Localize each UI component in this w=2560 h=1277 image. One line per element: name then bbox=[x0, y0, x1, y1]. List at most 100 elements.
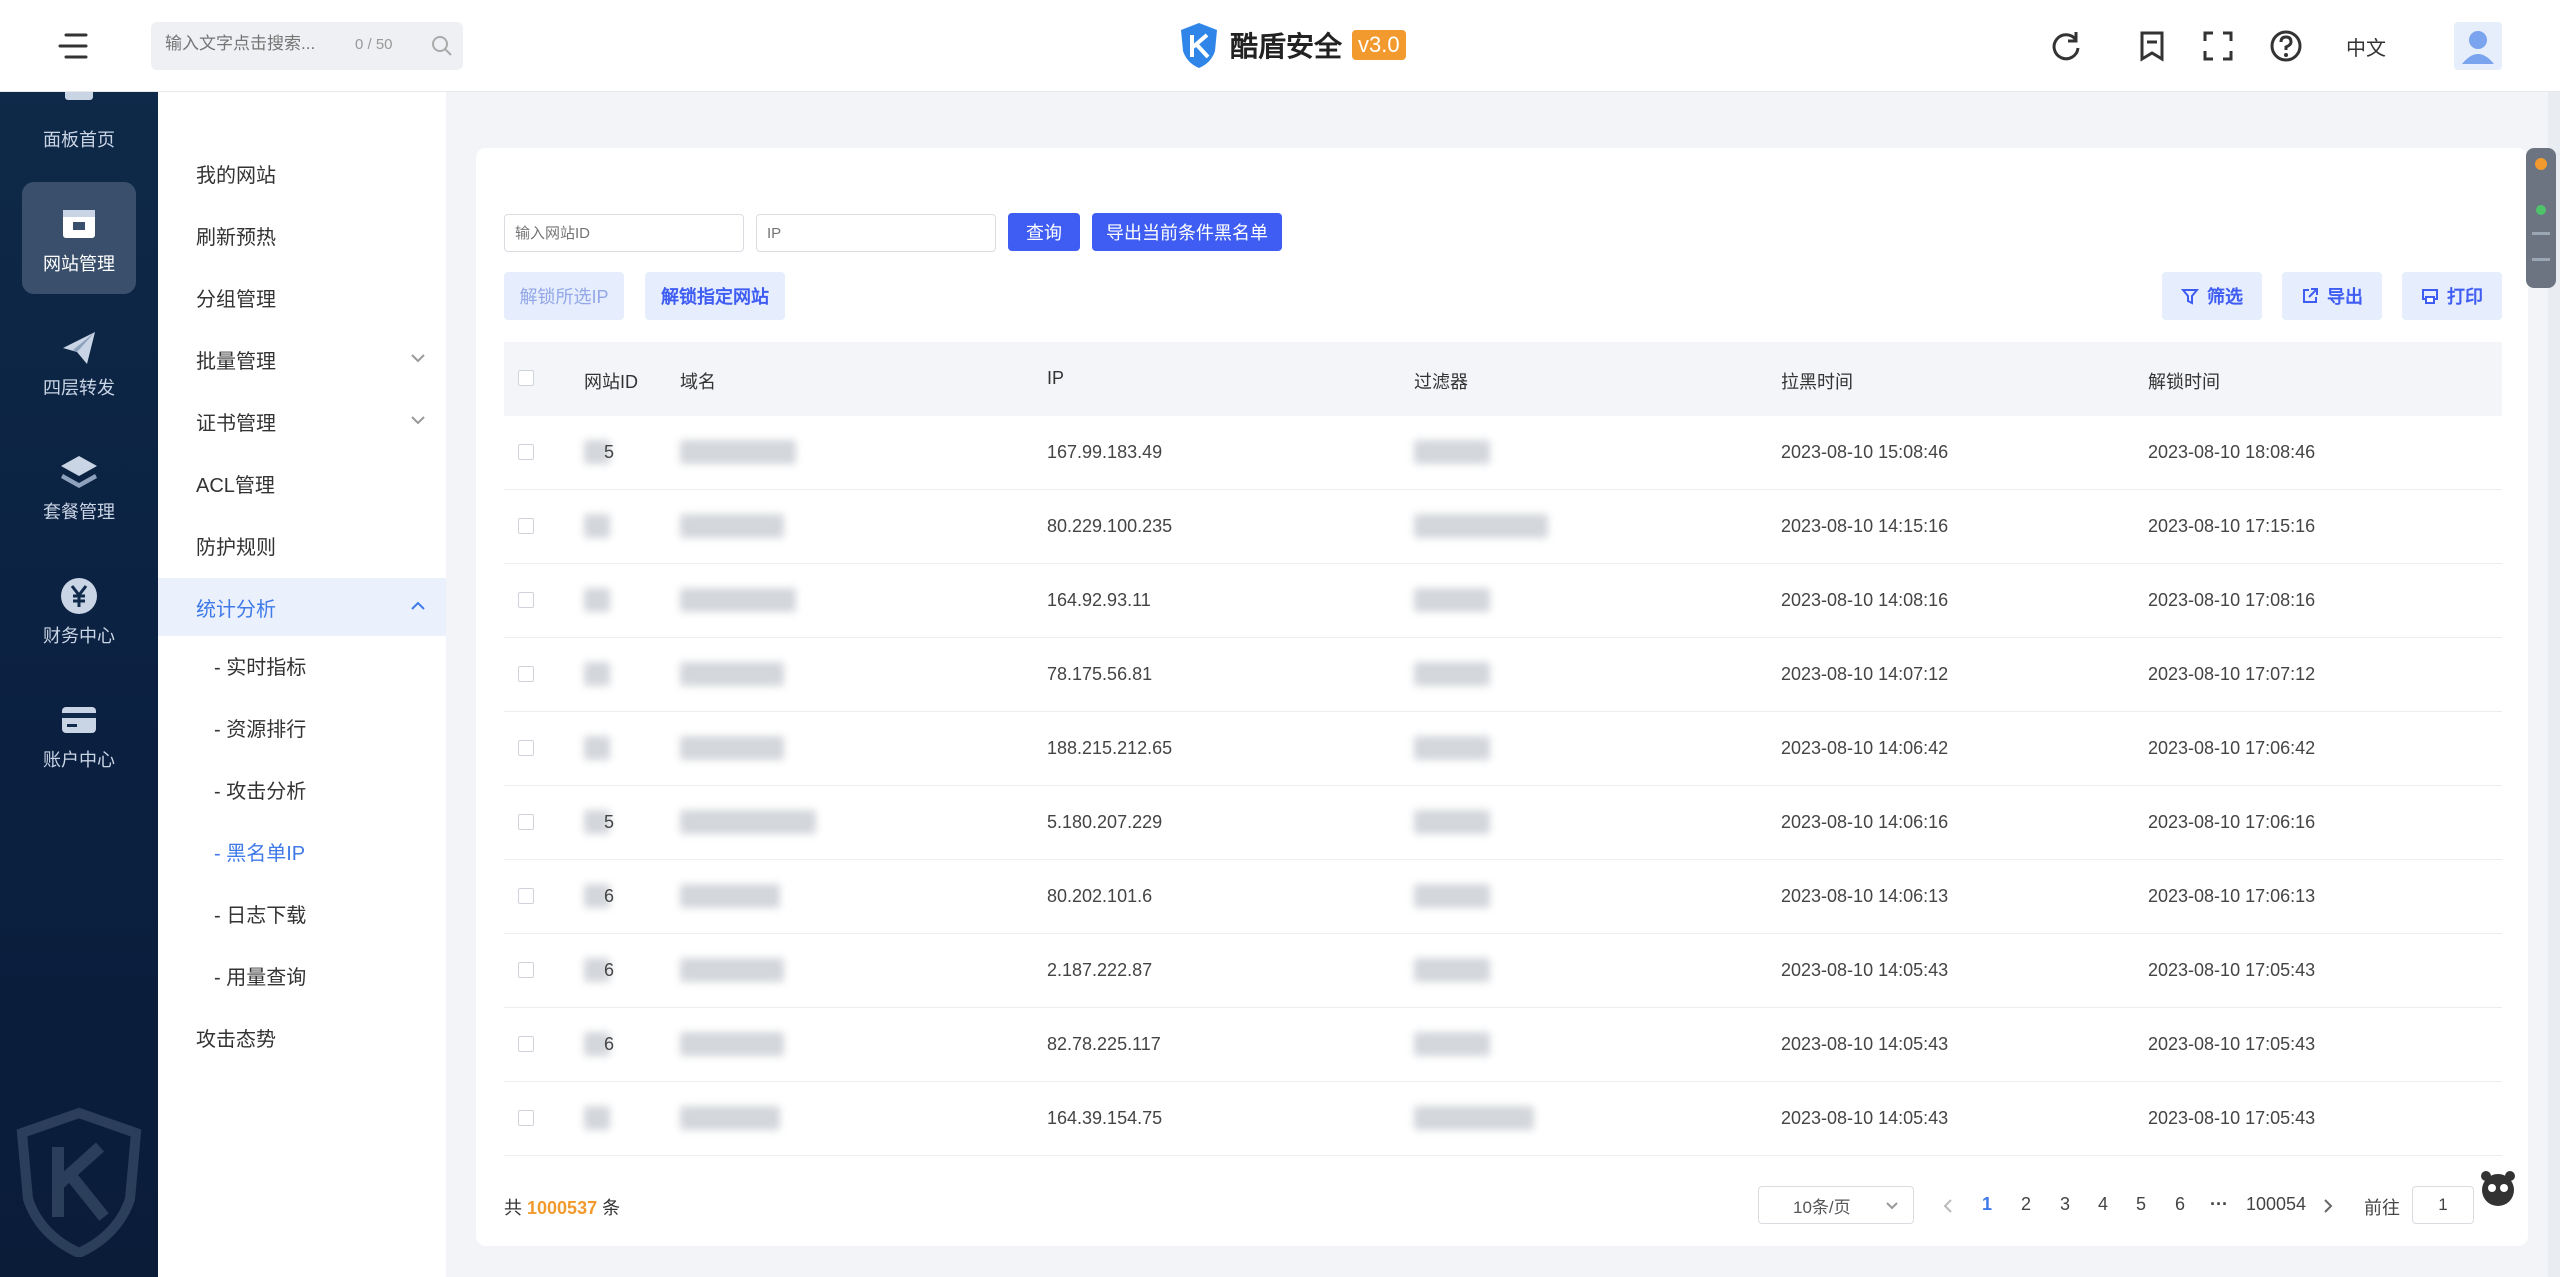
chevron-down-icon bbox=[411, 354, 425, 363]
masked-site-id bbox=[584, 662, 610, 686]
search-input[interactable] bbox=[165, 34, 345, 54]
goto-label: 前往 bbox=[2364, 1198, 2400, 1218]
print-button[interactable]: 打印 bbox=[2402, 272, 2502, 320]
table-row: 5 5.180.207.229 2023-08-10 14:06:16 2023-08… bbox=[504, 786, 2502, 860]
sub-item-attack-analysis[interactable]: - 攻击分析 bbox=[158, 760, 446, 818]
button-label: 打印 bbox=[2447, 287, 2483, 307]
masked-filter bbox=[1414, 736, 1490, 760]
table-row: 164.39.154.75 2023-08-10 14:05:43 2023-08-… bbox=[504, 1082, 2502, 1156]
sub-item-certs[interactable]: 证书管理 bbox=[158, 392, 446, 450]
avatar[interactable] bbox=[2454, 22, 2502, 70]
col-filter: 过滤器 bbox=[1414, 372, 1468, 392]
page-ellipsis[interactable]: ··· bbox=[2210, 1194, 2228, 1215]
masked-filter bbox=[1414, 662, 1490, 686]
unlock-selected-button[interactable]: 解锁所选IP bbox=[504, 272, 624, 320]
export-blacklist-button[interactable]: 导出当前条件黑名单 bbox=[1092, 213, 1282, 251]
sub-item-attack-trend[interactable]: 攻击态势 bbox=[158, 1008, 446, 1066]
site-id-fragment: 6 bbox=[604, 886, 615, 906]
page-last[interactable]: 100054 bbox=[2246, 1194, 2306, 1215]
page-4[interactable]: 4 bbox=[2098, 1194, 2108, 1215]
sub-item-label: - 资源排行 bbox=[214, 718, 307, 741]
paper-plane-icon bbox=[63, 332, 95, 364]
ip-cell: 2.187.222.87 bbox=[1047, 960, 1153, 980]
sub-item-usage[interactable]: - 用量查询 bbox=[158, 946, 446, 1004]
blocked-time-cell: 2023-08-10 14:06:16 bbox=[1781, 812, 1949, 832]
sub-item-batch[interactable]: 批量管理 bbox=[158, 330, 446, 388]
sub-sidebar: 我的网站 刷新预热 分组管理 批量管理 证书管理 ACL管理 防护规则 统计分析… bbox=[158, 92, 446, 1277]
page-6[interactable]: 6 bbox=[2175, 1194, 2185, 1215]
sub-item-groups[interactable]: 分组管理 bbox=[158, 268, 446, 326]
language-switch[interactable]: 中文 bbox=[2346, 32, 2386, 61]
mascot-icon[interactable] bbox=[2478, 1168, 2518, 1208]
rail-item-website[interactable]: 网站管理 bbox=[22, 182, 136, 294]
site-id-input[interactable] bbox=[504, 214, 744, 252]
export-button[interactable]: 导出 bbox=[2282, 272, 2382, 320]
masked-filter bbox=[1414, 958, 1490, 982]
rail-item-label: 账户中心 bbox=[43, 750, 115, 770]
brand: 酷盾安全 v3.0 bbox=[1178, 20, 1406, 70]
total-suffix: 条 bbox=[602, 1198, 621, 1218]
rail-item-l4-forward[interactable]: 四层转发 bbox=[22, 306, 136, 418]
sub-item-cache-refresh[interactable]: 刷新预热 bbox=[158, 206, 446, 264]
search-icon[interactable] bbox=[431, 35, 453, 57]
select-all-checkbox[interactable] bbox=[518, 370, 534, 386]
goto-page-input[interactable] bbox=[2412, 1186, 2474, 1224]
page-3[interactable]: 3 bbox=[2060, 1194, 2070, 1215]
ip-cell: 82.78.225.117 bbox=[1047, 1034, 1161, 1054]
page-size-select[interactable]: 10条/页 bbox=[1758, 1186, 1914, 1224]
col-unlock-time: 解锁时间 bbox=[2148, 372, 2220, 392]
sub-item-log-download[interactable]: - 日志下载 bbox=[158, 884, 446, 942]
row-checkbox[interactable] bbox=[518, 962, 534, 978]
row-checkbox[interactable] bbox=[518, 444, 534, 460]
page-1[interactable]: 1 bbox=[1982, 1194, 1992, 1215]
next-page-icon[interactable] bbox=[2322, 1198, 2334, 1214]
page-5[interactable]: 5 bbox=[2136, 1194, 2146, 1215]
unlock-time-cell: 2023-08-10 17:15:16 bbox=[2148, 516, 2316, 536]
masked-domain bbox=[680, 1106, 780, 1130]
sub-item-protection[interactable]: 防护规则 bbox=[158, 516, 446, 574]
sub-item-realtime[interactable]: - 实时指标 bbox=[158, 636, 446, 694]
rail-item-account[interactable]: 账户中心 bbox=[22, 678, 136, 790]
row-checkbox[interactable] bbox=[518, 592, 534, 608]
prev-page-icon[interactable] bbox=[1942, 1198, 1954, 1214]
sub-item-my-sites[interactable]: 我的网站 bbox=[158, 144, 446, 202]
row-checkbox[interactable] bbox=[518, 518, 534, 534]
sub-item-statistics[interactable]: 统计分析 bbox=[158, 578, 446, 636]
rail-item-label: 套餐管理 bbox=[43, 502, 115, 522]
chevron-down-icon bbox=[411, 416, 425, 425]
ip-input[interactable] bbox=[756, 214, 996, 252]
masked-site-id bbox=[584, 588, 610, 612]
sub-item-label: 统计分析 bbox=[196, 598, 276, 621]
unlock-site-button[interactable]: 解锁指定网站 bbox=[645, 272, 785, 320]
query-button[interactable]: 查询 bbox=[1008, 213, 1080, 251]
refresh-icon[interactable] bbox=[2048, 28, 2084, 64]
ip-cell: 188.215.212.65 bbox=[1047, 738, 1173, 758]
sub-item-acl[interactable]: ACL管理 bbox=[158, 454, 446, 512]
row-checkbox[interactable] bbox=[518, 1110, 534, 1126]
blocked-time-cell: 2023-08-10 14:05:43 bbox=[1781, 1108, 1949, 1128]
row-checkbox[interactable] bbox=[518, 740, 534, 756]
floating-monitor-widget[interactable] bbox=[2526, 148, 2556, 288]
chevron-down-icon bbox=[1886, 1202, 1898, 1210]
bookmark-icon[interactable] bbox=[2134, 28, 2170, 64]
fullscreen-icon[interactable] bbox=[2200, 28, 2236, 64]
row-checkbox[interactable] bbox=[518, 888, 534, 904]
sub-item-ranking[interactable]: - 资源排行 bbox=[158, 698, 446, 756]
table-row: 78.175.56.81 2023-08-10 14:07:12 2023-08-1… bbox=[504, 638, 2502, 712]
ip-cell: 164.39.154.75 bbox=[1047, 1108, 1163, 1128]
sub-item-blacklist-ip[interactable]: - 黑名单IP bbox=[158, 822, 446, 880]
page-2[interactable]: 2 bbox=[2021, 1194, 2031, 1215]
sub-item-label: 我的网站 bbox=[196, 164, 276, 187]
masked-domain bbox=[680, 1032, 784, 1056]
filter-button[interactable]: 筛选 bbox=[2162, 272, 2262, 320]
help-icon[interactable] bbox=[2268, 28, 2304, 64]
rail-item-packages[interactable]: 套餐管理 bbox=[22, 430, 136, 542]
rail-item-finance[interactable]: 财务中心 bbox=[22, 554, 136, 666]
row-checkbox[interactable] bbox=[518, 814, 534, 830]
row-checkbox[interactable] bbox=[518, 666, 534, 682]
menu-fold-icon[interactable] bbox=[56, 30, 90, 62]
sub-item-label: - 实时指标 bbox=[214, 656, 307, 679]
masked-domain bbox=[680, 514, 784, 538]
row-checkbox[interactable] bbox=[518, 1036, 534, 1052]
blocked-time-cell: 2023-08-10 15:08:46 bbox=[1781, 442, 1949, 462]
